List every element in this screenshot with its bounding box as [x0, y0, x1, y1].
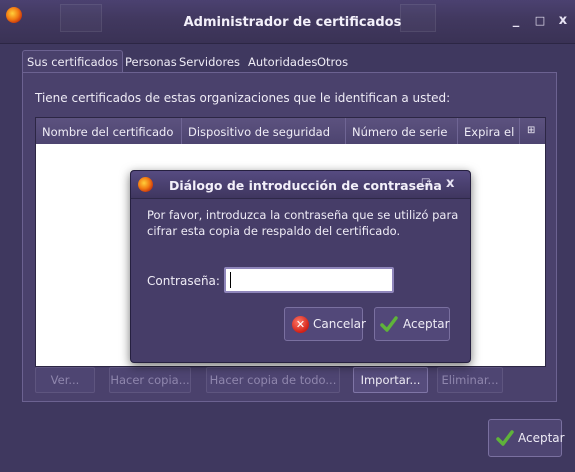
column-header-serial[interactable]: Número de serie — [346, 118, 458, 144]
close-icon[interactable]: x — [555, 14, 571, 28]
tab-strip: Sus certificados Personas Servidores Aut… — [0, 44, 575, 72]
maximize-icon[interactable]: □ — [532, 14, 548, 28]
dialog-title: Diálogo de introducción de contraseña — [169, 178, 442, 193]
backup-all-button[interactable]: Hacer copia de todo... — [206, 367, 340, 393]
check-icon — [496, 430, 514, 446]
tab-servers[interactable]: Servidores — [176, 52, 243, 72]
panel-intro-text: Tiene certificados de estas organizacion… — [35, 91, 451, 105]
cancel-button-label: Cancelar — [313, 317, 366, 331]
column-header-name[interactable]: Nombre del certificado — [36, 118, 182, 144]
firefox-icon — [138, 177, 153, 192]
tab-others[interactable]: Otros — [314, 52, 351, 72]
dialog-close-icon[interactable]: x — [446, 176, 454, 191]
password-label: Contraseña: — [147, 274, 220, 288]
text-caret — [230, 272, 231, 288]
check-icon — [380, 316, 398, 332]
view-button[interactable]: Ver... — [35, 367, 95, 393]
column-header-device[interactable]: Dispositivo de seguridad — [182, 118, 346, 144]
window-titlebar: Administrador de certificados _ □ x — [0, 0, 575, 44]
dialog-titlebar: Diálogo de introducción de contraseña □ … — [131, 171, 470, 199]
dialog-message: Por favor, introduzca la contraseña que … — [147, 208, 459, 238]
password-input[interactable] — [224, 267, 394, 293]
accept-button[interactable]: Aceptar — [488, 419, 565, 457]
column-header-expires[interactable]: Expira el — [458, 118, 520, 144]
tab-people[interactable]: Personas — [122, 52, 180, 72]
dialog-accept-button[interactable]: Aceptar — [374, 307, 450, 341]
cancel-button[interactable]: ✕ Cancelar — [284, 307, 366, 341]
delete-button[interactable]: Eliminar... — [437, 367, 503, 393]
tab-authorities[interactable]: Autoridades — [245, 52, 320, 72]
minimize-icon[interactable]: _ — [508, 14, 524, 28]
dialog-accept-button-label: Aceptar — [403, 317, 450, 331]
import-button[interactable]: Importar... — [353, 367, 428, 393]
accept-button-label: Aceptar — [518, 431, 565, 445]
window-title: Administrador de certificados — [183, 15, 402, 30]
password-dialog: Diálogo de introducción de contraseña □ … — [130, 170, 471, 363]
table-header: Nombre del certificado Dispositivo de se… — [36, 118, 545, 144]
column-picker-icon[interactable]: ⊞ — [520, 118, 547, 144]
cancel-icon: ✕ — [292, 316, 309, 333]
backup-button[interactable]: Hacer copia... — [109, 367, 191, 393]
dialog-maximize-icon[interactable]: □ — [421, 177, 430, 188]
tab-your-certificates[interactable]: Sus certificados — [22, 50, 124, 72]
